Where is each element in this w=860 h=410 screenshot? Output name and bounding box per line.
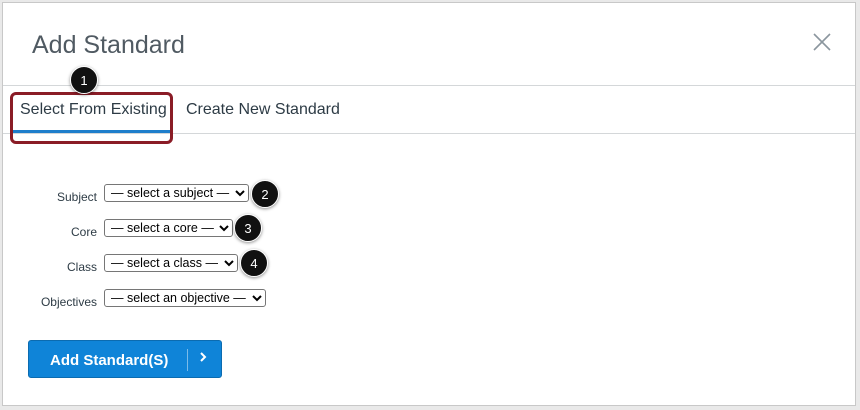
- chevron-right-icon: [198, 350, 208, 367]
- add-standard-dialog: Add Standard Select From Existing Create…: [2, 2, 856, 406]
- annotation-badge-1: 1: [70, 66, 98, 94]
- close-icon[interactable]: [809, 29, 835, 55]
- tab-highlight-box: [10, 92, 173, 144]
- add-standards-button[interactable]: Add Standard(S): [28, 340, 222, 378]
- core-label: Core: [70, 225, 97, 239]
- objectives-label: Objectives: [40, 295, 97, 309]
- subject-label: Subject: [56, 190, 97, 204]
- header-divider: [3, 85, 855, 86]
- add-standards-button-label: Add Standard(S): [50, 352, 169, 369]
- annotation-badge-3: 3: [234, 214, 262, 242]
- button-divider: [187, 349, 188, 371]
- objectives-select[interactable]: — select an objective —: [104, 289, 266, 307]
- tab-create-new-standard[interactable]: Create New Standard: [186, 101, 340, 119]
- subject-select[interactable]: — select a subject —: [104, 184, 249, 202]
- annotation-badge-4: 4: [240, 249, 268, 277]
- core-select[interactable]: — select a core —: [104, 219, 233, 237]
- dialog-title: Add Standard: [32, 31, 185, 59]
- annotation-badge-2: 2: [251, 180, 279, 208]
- class-select[interactable]: — select a class —: [104, 254, 238, 272]
- class-label: Class: [66, 260, 97, 274]
